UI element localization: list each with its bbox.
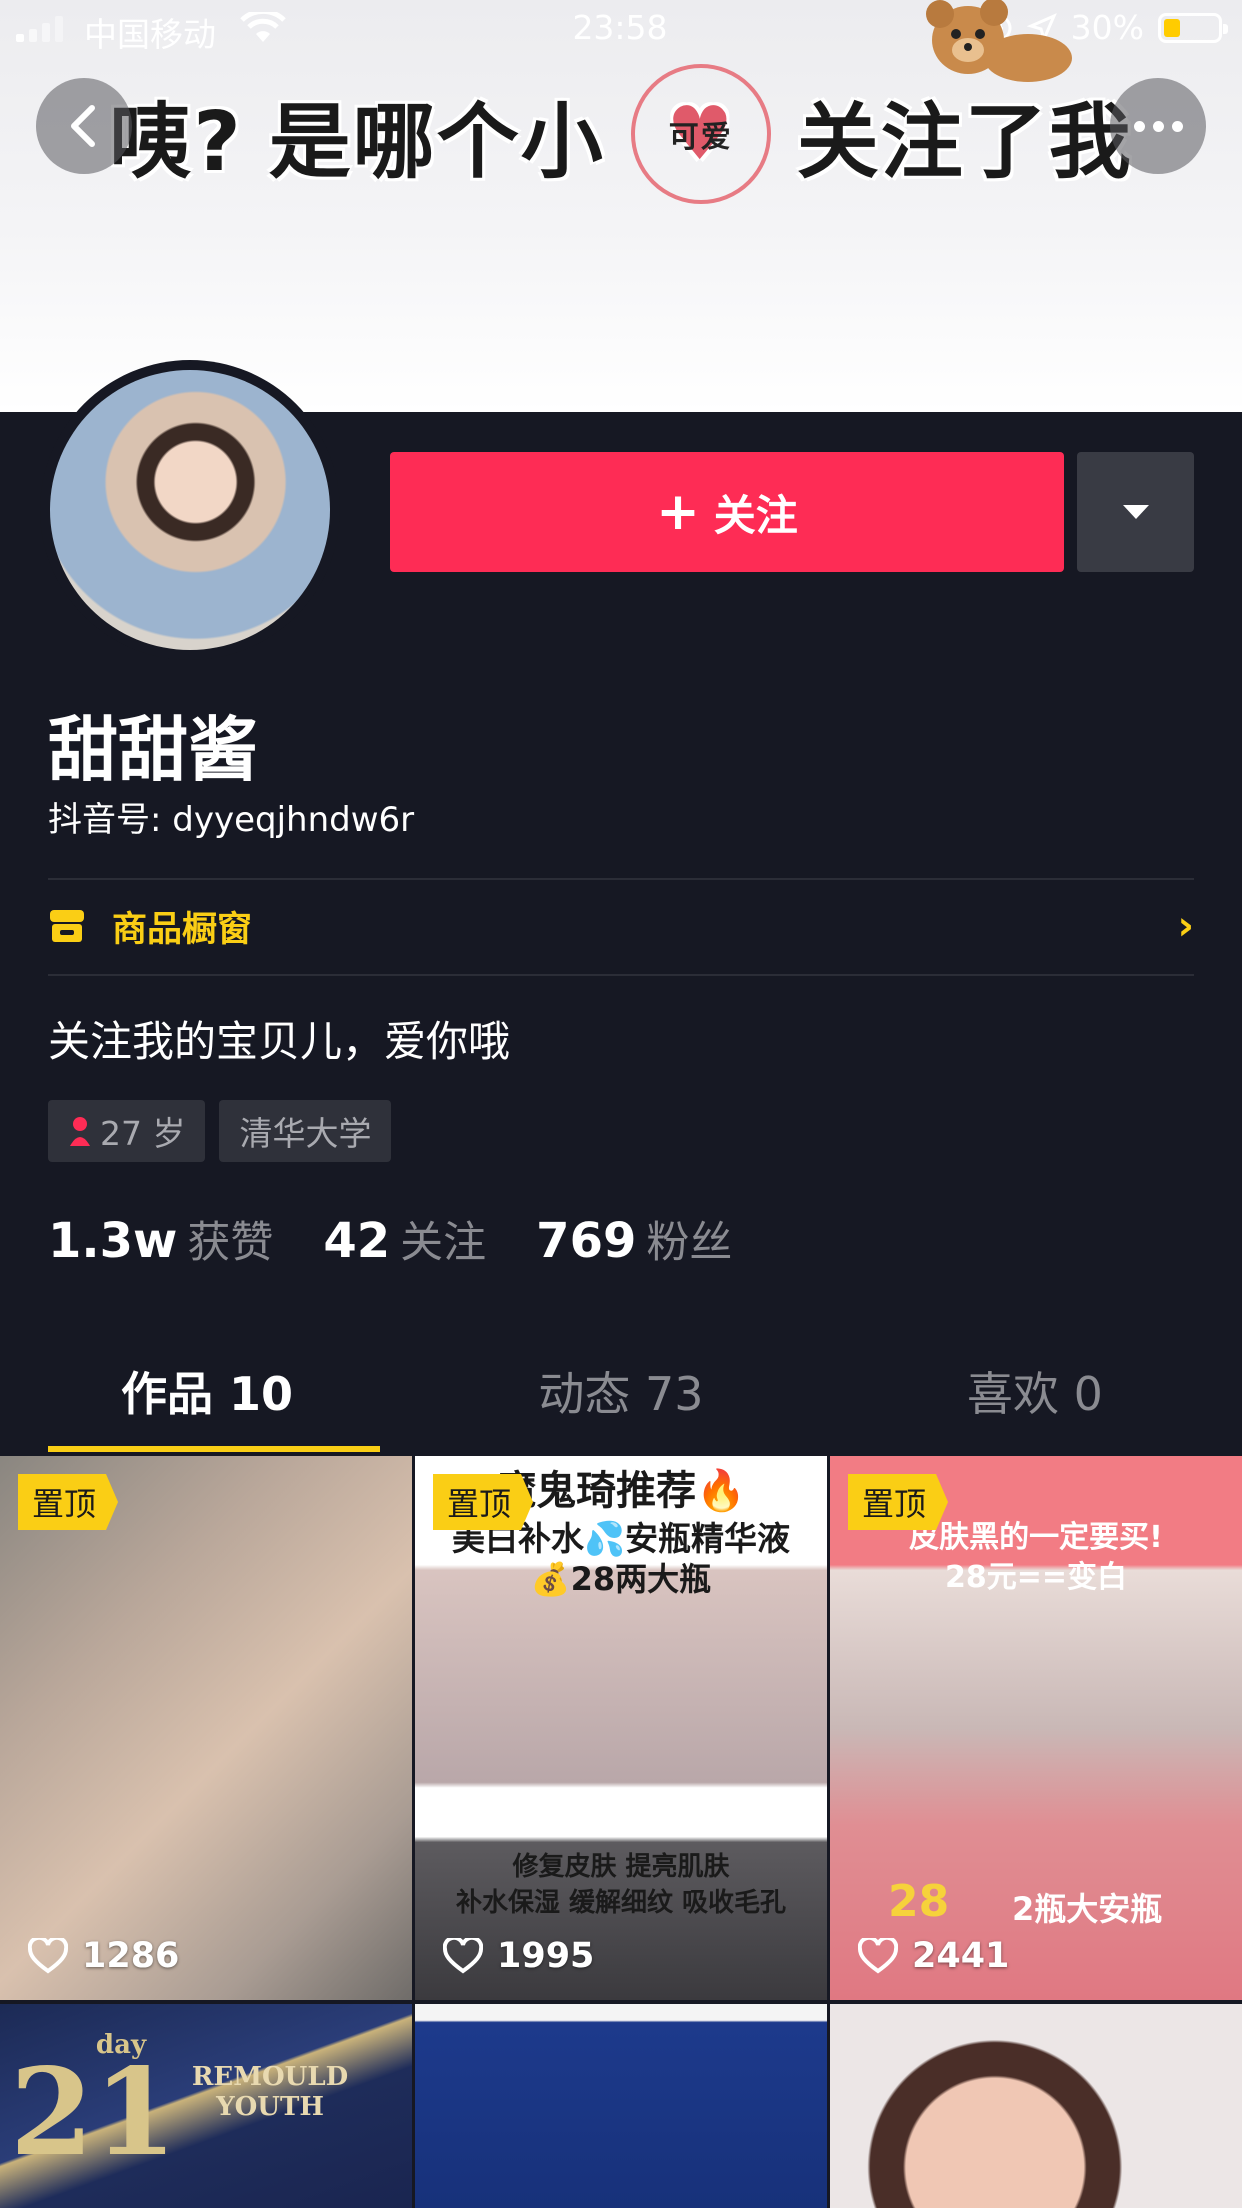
video-thumbnail[interactable]: REMOULD YOUTH 21 day (0, 2004, 412, 2208)
heart-outline-icon (28, 1938, 68, 1974)
video-thumbnail[interactable]: 皮肤黑的一定要买! 28元==变白 28 2瓶大安瓶 置顶 2441 (830, 1456, 1242, 2000)
carrier-name: 中国移动 (84, 15, 216, 54)
like-count-value: 2441 (912, 1936, 1010, 1976)
tab-dynamics[interactable]: 动态 73 (414, 1330, 828, 1452)
following-label: 关注 (400, 1218, 487, 1268)
banner-text-right: 关注了我 (796, 94, 1133, 190)
more-dots-icon (1133, 120, 1145, 132)
followers-count: 769 (536, 1213, 637, 1269)
video-thumbnail[interactable]: 置顶 1286 (0, 1456, 412, 2000)
pinned-badge: 置顶 (433, 1474, 534, 1530)
following-count: 42 (323, 1213, 391, 1269)
likes-stat: 1.3w 获赞 (48, 1208, 273, 1270)
battery-icon (1158, 12, 1228, 43)
like-count-value: 1995 (497, 1936, 595, 1976)
recommend-dropdown-button[interactable] (1077, 452, 1194, 572)
heart-bubble: ♥ 可爱 (630, 64, 771, 204)
tab-likes[interactable]: 喜欢 0 (828, 1330, 1242, 1452)
status-time: 23:58 (572, 8, 668, 47)
video-caption: 28元==变白 (944, 1560, 1128, 1595)
shop-window-row[interactable]: 商品橱窗 › (48, 878, 1194, 974)
video-caption: REMOULD YOUTH (191, 2062, 349, 2122)
likes-label: 获赞 (187, 1218, 274, 1268)
chevron-left-icon (71, 105, 95, 147)
video-caption: 21 (10, 2042, 177, 2183)
wifi-icon (240, 12, 286, 42)
banner-text-mid: 是哪个小 (268, 94, 605, 190)
video-caption: 2瓶大安瓶 (1012, 1890, 1163, 1928)
douyin-id: 抖音号: dyyeqjhndw6r (48, 800, 415, 840)
plus-icon: + (656, 482, 700, 542)
avatar[interactable] (40, 360, 340, 660)
video-thumbnail[interactable] (830, 2004, 1242, 2208)
followers-label: 粉丝 (646, 1218, 733, 1268)
signal-icon (16, 16, 63, 42)
follow-label: 关注 (713, 490, 798, 540)
following-stat[interactable]: 42 关注 (323, 1208, 486, 1270)
video-thumbnail[interactable]: 魔鬼琦推荐🔥 美白补水💦安瓶精华液 💰28两大瓶 修复皮肤 提亮肌肤 补水保湿 … (415, 1456, 827, 2000)
profile-tabs: 作品 10 动态 73 喜欢 0 (0, 1330, 1242, 1452)
like-count: 2441 (858, 1936, 1009, 1976)
caret-down-icon (1122, 505, 1149, 519)
heart-outline-icon (443, 1938, 483, 1974)
video-caption: day (95, 2030, 147, 2060)
video-caption: 补水保湿 缓解细纹 吸收毛孔 (455, 1888, 787, 1918)
video-caption: 💰28两大瓶 (530, 1560, 712, 1598)
bio-text: 关注我的宝贝儿，爱你哦 (48, 1017, 511, 1066)
followers-stat[interactable]: 769 粉丝 (536, 1208, 732, 1270)
chevron-right-icon: › (1177, 903, 1194, 949)
video-grid: 置顶 1286 魔鬼琦推荐🔥 美白补水💦安瓶精华液 💰28两大瓶 修复皮肤 提亮… (0, 1456, 1242, 2208)
more-button[interactable] (1110, 78, 1206, 174)
heart-outline-icon (858, 1938, 898, 1974)
avatar-image (50, 370, 330, 650)
more-dot (1171, 120, 1183, 132)
shop-icon (50, 910, 84, 942)
video-caption: 28 (888, 1876, 950, 1927)
profile-page: 中国移动 23:58 30% 咦? 是哪个小 ♥ 可爱 关注了我 + 关注 甜甜… (0, 0, 1242, 2208)
pinned-badge: 置顶 (18, 1474, 119, 1530)
pinned-badge: 置顶 (848, 1474, 949, 1530)
profile-tags: 27 岁 清华大学 (48, 1100, 392, 1162)
nickname: 甜甜酱 (48, 709, 258, 791)
battery-percent: 30% (1070, 8, 1144, 47)
back-button[interactable] (36, 78, 132, 174)
divider (48, 974, 1194, 976)
likes-count: 1.3w (48, 1213, 178, 1269)
profile-banner: 中国移动 23:58 30% 咦? 是哪个小 ♥ 可爱 关注了我 (0, 0, 1242, 412)
shop-window-label: 商品橱窗 (112, 909, 253, 950)
school-tag: 清华大学 (219, 1100, 392, 1162)
like-count: 1286 (28, 1936, 179, 1976)
video-thumbnail[interactable] (415, 2004, 827, 2208)
school-label: 清华大学 (239, 1114, 372, 1153)
bubble-label: 可爱 (668, 120, 733, 155)
video-caption: 修复皮肤 提亮肌肤 (512, 1852, 730, 1882)
profile-section: + 关注 甜甜酱 抖音号: dyyeqjhndw6r 商品橱窗 › 关注我的宝贝… (0, 360, 1242, 1452)
age-tag: 27 岁 (48, 1100, 206, 1162)
age-label: 27 岁 (100, 1114, 186, 1153)
like-count: 1995 (443, 1936, 594, 1976)
profile-stats: 1.3w 获赞 42 关注 769 粉丝 (48, 1208, 732, 1270)
banner-text: 咦? 是哪个小 ♥ 可爱 关注了我 (0, 64, 1242, 204)
follow-button[interactable]: + 关注 (390, 452, 1064, 572)
like-count-value: 1286 (82, 1936, 180, 1976)
more-dot (1152, 120, 1164, 132)
female-icon (70, 1117, 90, 1146)
tab-works[interactable]: 作品 10 (0, 1330, 414, 1452)
